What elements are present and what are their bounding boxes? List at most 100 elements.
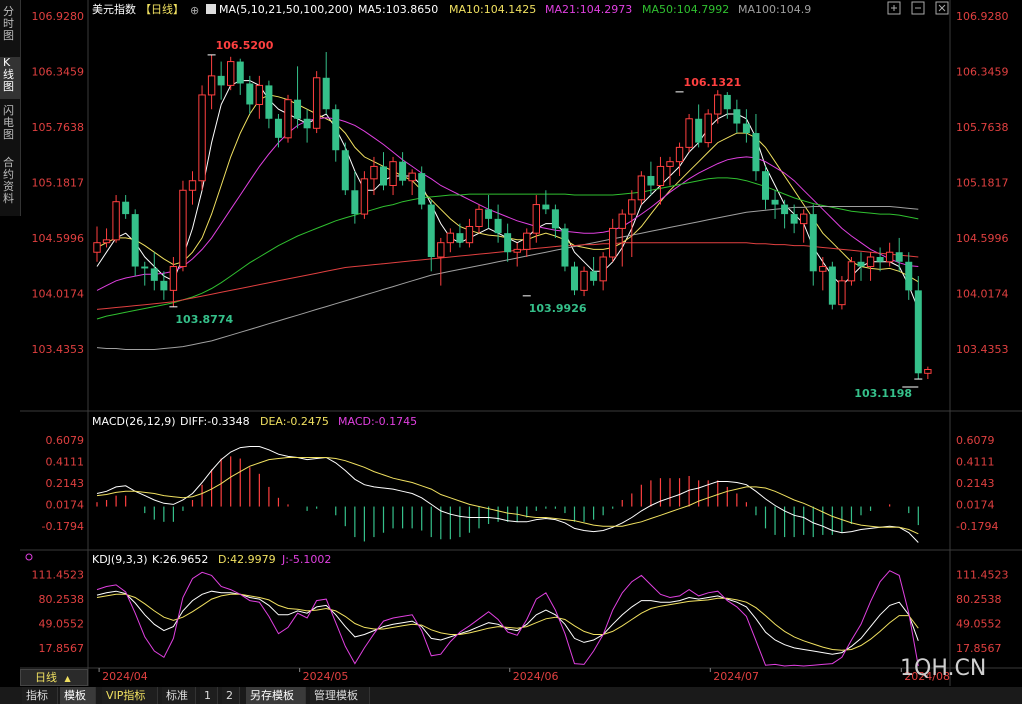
ma21-value: MA21:104.2973 [545, 3, 632, 16]
y-tick-label-left: 103.4353 [32, 343, 85, 356]
candle-body [532, 204, 540, 234]
candle-body [513, 248, 521, 253]
macd-chart [96, 446, 919, 543]
tab-2[interactable]: 2 [222, 687, 240, 704]
date-tick-label: 2024/07 [713, 670, 759, 683]
candle-body [647, 175, 655, 186]
candle-body [590, 271, 598, 281]
candle-body [475, 208, 483, 227]
candle-body [198, 94, 206, 182]
candle-body [876, 257, 884, 262]
kdj-j: J:-5.1002 [281, 553, 331, 566]
kdj-marker-icon [25, 553, 33, 561]
kdj-y-axis: 111.4523 111.4523 80.2538 80.2538 49.0552 49.… [32, 568, 1009, 655]
kdj-k: K:26.9652 [152, 553, 208, 566]
ma-toggle-icon[interactable] [206, 4, 216, 14]
candle-body [418, 173, 426, 205]
candle-body [895, 252, 903, 262]
tab-indicators[interactable]: 指标 [22, 687, 58, 704]
kdj-line-d [96, 593, 919, 651]
period-button[interactable]: 日线 ▲ [20, 669, 88, 686]
candle-body [246, 83, 254, 105]
candle-body [819, 266, 827, 272]
ma100-value: MA100:104.9 [738, 3, 811, 16]
candle-body [580, 270, 588, 291]
candle-body [838, 280, 846, 306]
candle-body [465, 225, 474, 244]
candle-body [723, 94, 731, 110]
tab-standard[interactable]: 标准 [162, 687, 196, 704]
date-tick-label: 2024/05 [303, 670, 349, 683]
y-tick-label-right: 104.0174 [956, 287, 1009, 300]
candle-body [542, 204, 550, 210]
ma-params: MA(5,10,21,50,100,200) [219, 3, 353, 16]
candle-body [571, 266, 578, 291]
candle-body [905, 261, 913, 291]
macd-dea: DEA:-0.2475 [260, 415, 329, 428]
candle-body [265, 85, 273, 119]
candle-body [675, 146, 684, 163]
candle-body [437, 242, 445, 258]
y-tick-label-left: 106.9280 [32, 10, 85, 23]
kdj-tick-label-left: 111.4523 [32, 568, 85, 581]
date-tick-label: 2024/04 [102, 670, 148, 683]
tab-manage-templates[interactable]: 管理模板 [310, 687, 370, 704]
ma-line-ma5 [96, 80, 919, 310]
candle-body [93, 242, 101, 253]
macd-tick-label-left: 0.2143 [46, 477, 85, 490]
period-tag: 【日线】 [140, 2, 184, 16]
candle-body [370, 165, 378, 180]
chart-area[interactable]: 美元指数 【日线】 ⊕ MA(5,10,21,50,100,200) MA5:1… [0, 0, 1022, 704]
macd-tick-label-left: 0.4111 [46, 456, 85, 469]
y-tick-label-right: 105.7638 [956, 121, 1009, 134]
annotation-label: 103.9926 [529, 302, 587, 315]
add-icon[interactable]: ⊕ [190, 4, 199, 17]
candle-body [360, 178, 369, 215]
candle-body [408, 172, 416, 182]
macd-name: MACD(26,12,9) [92, 415, 176, 428]
candle-body [914, 290, 922, 374]
macd-tick-label-left: -0.1794 [42, 520, 84, 533]
candle-body [637, 175, 646, 201]
settings-icon[interactable] [887, 1, 901, 15]
candle-body [341, 150, 349, 191]
kdj-line-j [96, 570, 919, 667]
kdj-chart [96, 570, 919, 667]
candle-body [656, 165, 665, 187]
macd-tick-label-right: 0.6079 [956, 434, 995, 447]
kdj-line-k [96, 590, 919, 655]
candle-body [284, 99, 292, 139]
candle-body [561, 228, 569, 267]
candle-body [847, 261, 856, 282]
close-icon[interactable] [935, 1, 949, 15]
candle-body [752, 133, 760, 172]
macd-tick-label-left: 0.6079 [46, 434, 85, 447]
candle-body [322, 77, 330, 110]
candle-body [714, 94, 722, 115]
macd-header: MACD(26,12,9) DIFF:-0.3348 DEA:-0.2475 M… [92, 415, 417, 428]
candle-body [332, 109, 340, 151]
tab-vip-indicators[interactable]: VIP指标 [102, 687, 158, 704]
y-tick-label-left: 105.1817 [32, 176, 85, 189]
macd-macd: MACD:-0.1745 [338, 415, 417, 428]
ma50-value: MA50:104.7992 [642, 3, 729, 16]
candle-body [762, 171, 769, 200]
candle-body [771, 199, 779, 205]
y-tick-label-right: 106.9280 [956, 10, 1009, 23]
candle-body [160, 280, 168, 291]
candle-body [399, 161, 407, 181]
tab-1[interactable]: 1 [200, 687, 218, 704]
macd-line-dea [96, 457, 919, 535]
candle-body [733, 109, 741, 124]
macd-tick-label-right: 0.2143 [956, 477, 995, 490]
y-tick-label-left: 105.7638 [32, 121, 85, 134]
candle-body [781, 204, 789, 215]
zoom-out-icon[interactable] [911, 1, 925, 15]
candle-body [809, 214, 817, 272]
tab-templates[interactable]: 模板 [60, 687, 96, 704]
tab-save-template[interactable]: 另存模板 [246, 687, 306, 704]
main-y-axis: 106.9280 106.9280 106.3459 106.3459 105.7638… [32, 10, 1009, 356]
annotation-label: 106.5200 [216, 39, 274, 52]
annotation-label: 103.8774 [175, 313, 233, 326]
candle-body [122, 201, 130, 215]
